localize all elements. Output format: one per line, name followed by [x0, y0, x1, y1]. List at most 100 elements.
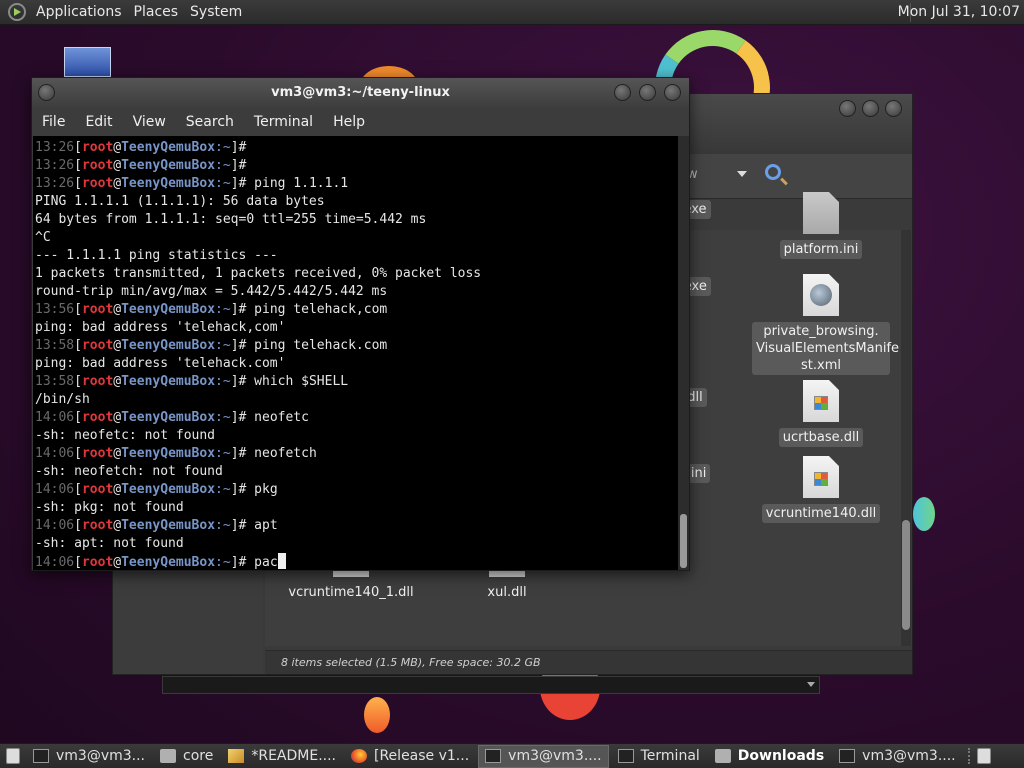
terminal-output-line: -sh: apt: not found: [35, 535, 678, 553]
prompt-host: TeenyQemuBox: [121, 140, 216, 155]
taskbar-button-label: core: [183, 748, 214, 764]
file-item[interactable]: ucrtbase.dll: [751, 380, 891, 447]
prompt-path: :~: [215, 482, 231, 497]
prompt-host: TeenyQemuBox: [121, 555, 216, 570]
prompt-bracket: [: [74, 446, 82, 461]
prompt-host: TeenyQemuBox: [121, 338, 216, 353]
search-icon[interactable]: [765, 164, 781, 180]
terminal-menubar: File Edit View Search Terminal Help: [32, 108, 689, 136]
terminal-window[interactable]: vm3@vm3:~/teeny-linux File Edit View Sea…: [31, 77, 690, 571]
file-item[interactable]: private_browsing. VisualElementsManife s…: [751, 274, 899, 375]
prompt-path: :~: [215, 410, 231, 425]
terminal-output-line: --- 1.1.1.1 ping statistics ---: [35, 247, 678, 265]
prompt-host: TeenyQemuBox: [121, 374, 216, 389]
taskbar-button[interactable]: *README....: [222, 745, 342, 768]
menu-edit[interactable]: Edit: [85, 114, 112, 130]
task-list: vm3@vm3... core *README.... [Release v1... v…: [27, 744, 965, 768]
taskbar-button-label: Downloads: [737, 748, 825, 764]
taskbar-button[interactable]: Terminal: [612, 745, 706, 768]
dll-icon: [814, 472, 828, 486]
menu-help[interactable]: Help: [333, 114, 365, 130]
taskbar: vm3@vm3... core *README.... [Release v1... v…: [0, 743, 1024, 768]
prompt-host: TeenyQemuBox: [121, 176, 216, 191]
prompt-user: root: [81, 158, 114, 173]
prompt-user: root: [81, 446, 114, 461]
prompt-at: @: [113, 158, 122, 173]
view-dropdown-icon[interactable]: [737, 171, 747, 177]
file-item[interactable]: vcruntime140.dll: [751, 456, 891, 523]
folder-icon: [160, 749, 177, 763]
taskbar-button-label: vm3@vm3....: [862, 748, 956, 764]
terminal-output-line: -sh: neofetc: not found: [35, 427, 678, 445]
prompt-timestamp: 14:06: [35, 446, 75, 461]
file-label: vcruntime140_1.dll: [288, 585, 414, 600]
close-icon[interactable]: [664, 84, 681, 101]
minimize-icon[interactable]: [839, 100, 856, 117]
menu-search[interactable]: Search: [186, 114, 234, 130]
taskbar-button[interactable]: core: [154, 745, 219, 768]
workspace-switcher-icon[interactable]: [976, 748, 991, 764]
background-window-strip: [162, 676, 820, 694]
distro-logo-icon[interactable]: [8, 3, 26, 21]
terminal-icon: [839, 749, 856, 763]
terminal-output-line: 1 packets transmitted, 1 packets receive…: [35, 265, 678, 283]
chevron-down-icon[interactable]: [807, 682, 815, 687]
prompt-command: ping telehack.com: [254, 338, 388, 353]
menu-terminal[interactable]: Terminal: [254, 114, 313, 130]
minimize-icon[interactable]: [614, 84, 631, 101]
folder-icon: [714, 749, 731, 763]
taskbar-button-label: Terminal: [640, 748, 700, 764]
clock[interactable]: Mon Jul 31, 10:07: [898, 4, 1020, 20]
terminal-output-line: round-trip min/avg/max = 5.442/5.442/5.4…: [35, 283, 678, 301]
scrollbar-thumb[interactable]: [680, 514, 687, 568]
terminal-scrollbar[interactable]: [678, 136, 689, 570]
prompt-timestamp: 13:58: [35, 374, 75, 389]
terminal-prompt-line: 14:06[root@TeenyQemuBox:~]# pkg: [35, 481, 678, 499]
terminal-prompt-line: 13:58[root@TeenyQemuBox:~]# ping telehac…: [35, 337, 678, 355]
scrollbar-thumb[interactable]: [902, 520, 910, 630]
prompt-suffix: ]#: [230, 482, 255, 497]
taskbar-button[interactable]: Downloads: [709, 745, 830, 768]
terminal-output-line: /bin/sh: [35, 391, 678, 409]
firefox-icon: [351, 749, 367, 763]
menu-system[interactable]: System: [186, 4, 250, 20]
terminal-output-line: ping: bad address 'telehack,com': [35, 319, 678, 337]
menu-applications[interactable]: Applications: [32, 4, 130, 20]
taskbar-button[interactable]: [Release v1...: [345, 745, 475, 768]
menu-places[interactable]: Places: [130, 4, 187, 20]
maximize-icon[interactable]: [639, 84, 656, 101]
prompt-user: root: [81, 482, 114, 497]
output-text: ping: bad address 'telehack.com': [35, 356, 286, 371]
prompt-timestamp: 14:06: [35, 410, 75, 425]
prompt-suffix: ]#: [230, 338, 255, 353]
prompt-host: TeenyQemuBox: [121, 482, 216, 497]
terminal-prompt-line: 13:26[root@TeenyQemuBox:~]#: [35, 157, 678, 175]
show-desktop-icon[interactable]: [6, 748, 20, 764]
file-item[interactable]: platform.ini: [751, 192, 891, 259]
taskbar-button[interactable]: vm3@vm3....: [478, 744, 609, 768]
file-grid-scrollbar[interactable]: [901, 230, 911, 646]
menu-file[interactable]: File: [42, 114, 65, 130]
dll-icon: [814, 396, 828, 410]
taskbar-separator: [967, 748, 974, 764]
terminal-output[interactable]: 13:26[root@TeenyQemuBox:~]# 13:26[root@T…: [33, 136, 678, 570]
file-icon: [803, 192, 839, 234]
file-icon: [803, 380, 839, 422]
maximize-icon[interactable]: [862, 100, 879, 117]
terminal-icon: [617, 749, 634, 763]
close-icon[interactable]: [885, 100, 902, 117]
prompt-bracket: [: [74, 482, 82, 497]
prompt-at: @: [113, 482, 122, 497]
taskbar-button[interactable]: vm3@vm3...: [27, 745, 151, 768]
menu-view[interactable]: View: [133, 114, 166, 130]
terminal-icon: [33, 749, 49, 763]
desktop-computer-icon[interactable]: [64, 47, 111, 77]
prompt-bracket: [: [74, 302, 82, 317]
terminal-titlebar[interactable]: vm3@vm3:~/teeny-linux: [32, 78, 689, 108]
prompt-at: @: [113, 176, 122, 191]
prompt-user: root: [81, 555, 114, 570]
prompt-suffix: ]#: [230, 518, 255, 533]
taskbar-button-label: vm3@vm3...: [56, 748, 146, 764]
text-cursor: [277, 553, 286, 569]
taskbar-button[interactable]: vm3@vm3....: [833, 745, 961, 768]
